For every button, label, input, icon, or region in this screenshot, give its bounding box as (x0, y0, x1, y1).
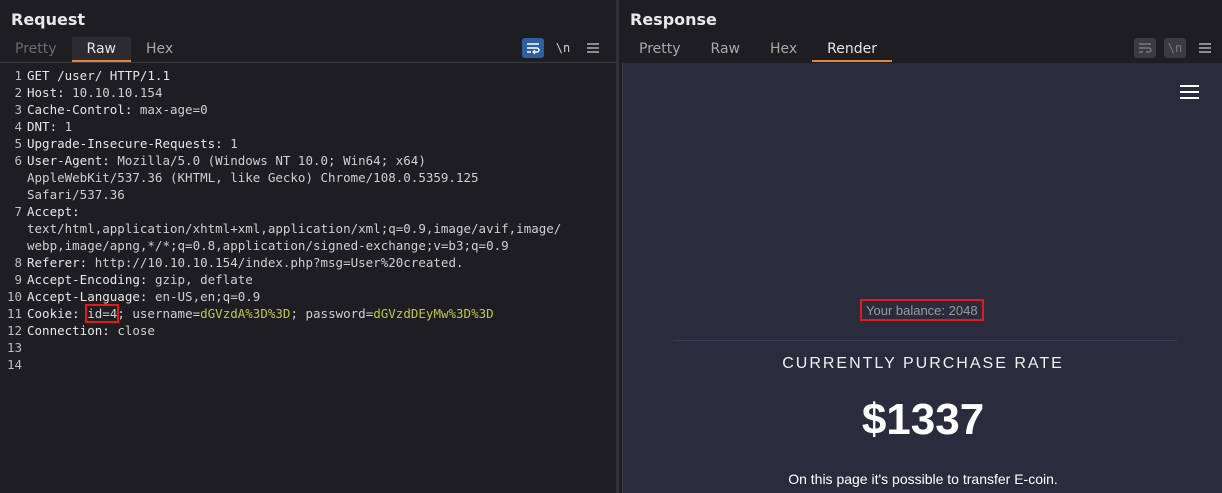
response-tab-pretty[interactable]: Pretty (624, 37, 696, 62)
cookie-username-key: username= (124, 306, 201, 321)
response-wrap-lines-button[interactable] (1134, 38, 1156, 58)
response-show-newlines-button[interactable]: \n (1164, 38, 1186, 58)
hamburger-menu-icon[interactable] (1180, 85, 1199, 101)
line-number: 13 (6, 340, 22, 355)
header-value: close (117, 323, 155, 338)
header-value: 10.10.10.154 (72, 85, 163, 100)
cookie-username-value: dGVzdA%3D%3D (200, 306, 291, 321)
header-key: Cookie: (27, 306, 88, 321)
request-editor[interactable]: 1 GET /user/ HTTP/1.1 2 Host: 10.10.10.154… (0, 64, 616, 493)
header-key: Upgrade-Insecure-Requests: (27, 136, 231, 151)
cookie-separator: ; (290, 306, 306, 321)
request-line-text: GET /user/ HTTP/1.1 (27, 68, 170, 83)
response-tab-hex[interactable]: Hex (755, 37, 812, 62)
line-number: 4 (14, 119, 22, 134)
request-tabs-divider (0, 62, 616, 63)
header-key: Cache-Control: (27, 102, 140, 117)
line-number: 3 (14, 102, 22, 117)
header-value: webp,image/apng,*/*;q=0.8,application/si… (27, 238, 509, 253)
wrap-lines-icon (527, 43, 540, 54)
header-value: text/html,application/xhtml+xml,applicat… (27, 221, 562, 236)
line-number: 1 (14, 68, 22, 83)
response-pane: Response Pretty Raw Hex Render \n Your b… (619, 0, 1222, 493)
line-number: 9 (14, 272, 22, 287)
header-key: User-Agent: (27, 153, 118, 168)
transfer-description: On this page it's possible to transfer E… (788, 471, 1058, 487)
line-number: 8 (14, 255, 22, 270)
request-tab-pretty[interactable]: Pretty (0, 37, 72, 62)
wrap-lines-icon (1139, 43, 1152, 53)
line-number: 6 (14, 153, 22, 168)
purchase-rate-value: $1337 (861, 395, 985, 444)
header-value: Safari/537.36 (27, 187, 125, 202)
menu-icon (587, 43, 599, 53)
header-key: Accept-Encoding: (27, 272, 155, 287)
header-value: gzip, deflate (154, 272, 253, 287)
request-toolbar: \n (522, 38, 604, 58)
line-number: 7 (14, 204, 22, 219)
header-key: Accept: (27, 204, 88, 219)
header-key: Referer: (27, 255, 95, 270)
response-tab-raw[interactable]: Raw (696, 37, 755, 62)
response-title: Response (630, 10, 717, 29)
response-tab-render[interactable]: Render (812, 37, 893, 62)
header-key: Connection: (27, 323, 118, 338)
line-number: 11 (6, 306, 22, 321)
header-value: AppleWebKit/537.36 (KHTML, like Gecko) C… (27, 170, 479, 185)
header-key: Host: (27, 85, 73, 100)
header-value: http://10.10.10.154/index.php?msg=User%2… (94, 255, 464, 270)
line-number: 12 (6, 323, 22, 338)
line-number: 2 (14, 85, 22, 100)
response-toolbar: \n (1134, 38, 1216, 58)
line-number: 5 (14, 136, 22, 151)
balance-text: Your balance: 2048 (860, 299, 984, 321)
line-number: 14 (6, 357, 22, 372)
header-key: Accept-Language: (27, 289, 155, 304)
request-wrap-lines-button[interactable] (522, 38, 544, 58)
header-value: en-US,en;q=0.9 (154, 289, 261, 304)
content-divider (673, 340, 1177, 341)
request-tabs: Pretty Raw Hex (0, 37, 188, 62)
cookie-password-value: dGVzdDEyMw%3D%3D (373, 306, 494, 321)
cookie-id-highlight: id=4 (85, 304, 120, 323)
response-tabs: Pretty Raw Hex Render (624, 37, 893, 62)
cookie-separator: ; (117, 306, 125, 321)
header-value: 1 (64, 119, 73, 134)
request-tab-raw[interactable]: Raw (71, 37, 131, 62)
cookie-password-key: password= (305, 306, 374, 321)
purchase-rate-title: CURRENTLY PURCHASE RATE (782, 355, 1064, 372)
header-value: 1 (230, 136, 238, 151)
header-value: Mozilla/5.0 (Windows NT 10.0; Win64; x64… (117, 153, 426, 168)
request-pane: Request Pretty Raw Hex \n 1 GET /user/ HT… (0, 0, 616, 493)
menu-icon (1199, 43, 1211, 53)
header-value: max-age=0 (139, 102, 208, 117)
request-tab-hex[interactable]: Hex (131, 37, 188, 62)
response-menu-button[interactable] (1194, 38, 1216, 58)
line-number: 10 (6, 289, 22, 304)
request-show-newlines-button[interactable]: \n (552, 38, 574, 58)
rendered-page: Your balance: 2048 CURRENTLY PURCHASE RA… (622, 63, 1222, 493)
request-menu-button[interactable] (582, 38, 604, 58)
request-title: Request (11, 10, 86, 29)
header-key: DNT: (27, 119, 65, 134)
